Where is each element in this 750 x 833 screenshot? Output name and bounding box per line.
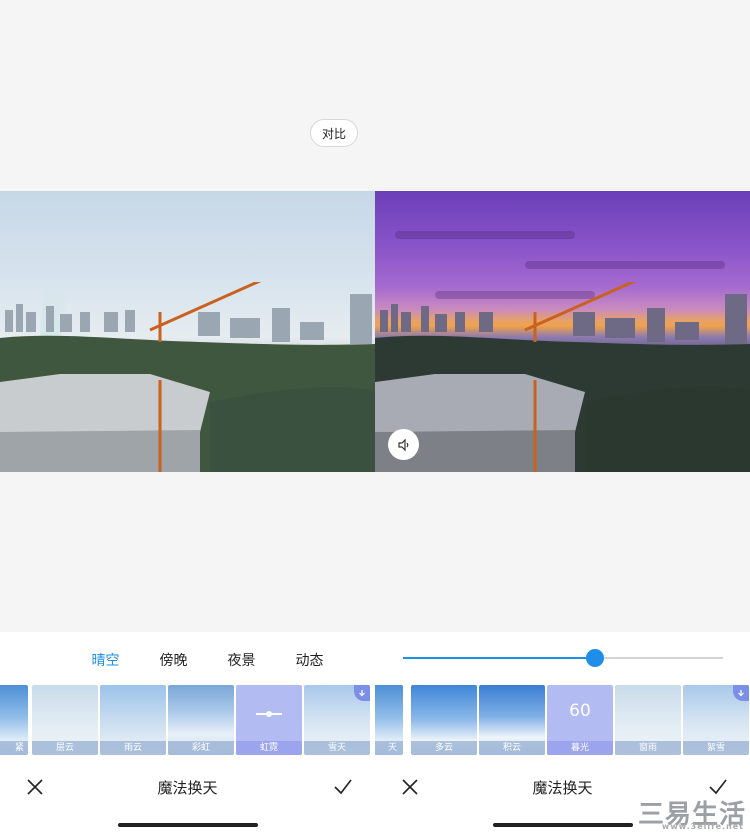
slider-fill xyxy=(403,657,595,659)
thumbnail-label: 雨云 xyxy=(100,741,166,755)
sky-thumbnail[interactable]: 多云 xyxy=(411,685,477,755)
home-indicator xyxy=(493,823,633,827)
sky-thumbnail-list: 紧 层云 雨云 彩虹 虹霓 雪天 xyxy=(0,685,375,755)
thumbnail-label: 紧 xyxy=(0,741,28,755)
thumbnail-label: 窗雨 xyxy=(615,741,681,755)
sky-thumbnail-selected[interactable]: 虹霓 xyxy=(236,685,302,755)
sky-thumbnail-selected[interactable]: 60 暮光 xyxy=(547,685,613,755)
tab-dynamic[interactable]: 动态 xyxy=(296,650,324,670)
panel-title: 魔法换天 xyxy=(157,779,218,797)
thumbnail-label: 暮光 xyxy=(547,741,613,755)
thumbnail-label: 积云 xyxy=(479,741,545,755)
download-icon xyxy=(733,685,749,701)
thumbnail-label: 天 xyxy=(375,741,403,755)
cloud-streak xyxy=(395,231,575,239)
tab-clear-sky[interactable]: 晴空 xyxy=(92,650,120,670)
cloud-streak xyxy=(525,261,725,269)
check-icon[interactable] xyxy=(333,778,353,796)
download-icon xyxy=(354,685,370,701)
adjust-mark xyxy=(256,711,282,717)
sound-button[interactable] xyxy=(388,429,419,460)
sky-thumbnail[interactable]: 紧 xyxy=(0,685,28,755)
sky-thumbnail[interactable]: 天 xyxy=(375,685,403,755)
sky-thumbnail[interactable]: 雨云 xyxy=(100,685,166,755)
tab-night[interactable]: 夜景 xyxy=(228,650,256,670)
sky-thumbnail[interactable]: 层云 xyxy=(32,685,98,755)
intensity-slider[interactable] xyxy=(403,649,723,667)
left-edit-panel: 晴空 傍晚 夜景 动态 紧 层云 雨云 彩虹 虹霓 雪天 魔法换天 xyxy=(0,632,375,833)
sky-thumbnail[interactable]: 窗雨 xyxy=(615,685,681,755)
home-indicator xyxy=(118,823,258,827)
thumbnail-label: 虹霓 xyxy=(236,741,302,755)
thumbnail-label: 层云 xyxy=(32,741,98,755)
thumbnail-label: 多云 xyxy=(411,741,477,755)
compare-button[interactable]: 对比 xyxy=(310,119,358,147)
sky-thumbnail[interactable]: 雪天 xyxy=(304,685,370,755)
thumbnail-label: 雪天 xyxy=(304,741,370,755)
city-skyline xyxy=(375,282,750,472)
edited-photo xyxy=(375,191,750,472)
thumbnail-label: 絮雪 xyxy=(683,741,749,755)
intensity-value: 60 xyxy=(569,701,591,721)
sky-thumbnail[interactable]: 彩虹 xyxy=(168,685,234,755)
compare-button-label: 对比 xyxy=(321,126,346,141)
tab-evening[interactable]: 傍晚 xyxy=(160,650,188,670)
slider-handle[interactable] xyxy=(586,649,604,667)
sky-thumbnail-list: 天 多云 积云 60 暮光 窗雨 絮雪 xyxy=(375,685,750,755)
thumbnail-label: 彩虹 xyxy=(168,741,234,755)
original-photo xyxy=(0,191,375,472)
category-tabs: 晴空 傍晚 夜景 动态 xyxy=(0,650,375,670)
sky-thumbnail[interactable]: 积云 xyxy=(479,685,545,755)
action-bar: 魔法换天 xyxy=(0,772,375,802)
sound-icon xyxy=(397,438,408,451)
watermark-url: www.3elife.net xyxy=(661,822,744,831)
city-skyline xyxy=(0,282,375,472)
sky-thumbnail[interactable]: 絮雪 xyxy=(683,685,749,755)
watermark-logo: 三易生活 www.3elife.net xyxy=(638,794,746,831)
